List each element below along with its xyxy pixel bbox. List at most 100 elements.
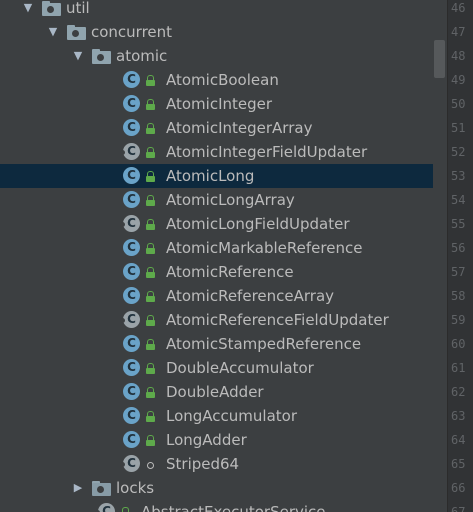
class-label: AtomicLongArray <box>166 191 295 209</box>
tree-item-class[interactable]: C DoubleAccumulator <box>0 356 433 380</box>
class-label: AtomicIntegerFieldUpdater <box>166 143 368 161</box>
class-c-icon: C <box>123 263 140 280</box>
package-label: util <box>66 0 90 17</box>
line-number: 64 <box>451 433 466 447</box>
line-number: 53 <box>451 169 466 183</box>
abstract-class-c-icon: C <box>95 503 115 512</box>
public-lock-icon <box>146 267 155 278</box>
tree-item-class[interactable]: C LongAdder <box>0 428 433 452</box>
public-lock-icon <box>146 339 155 350</box>
tree-item-class[interactable]: C AtomicInteger <box>0 92 433 116</box>
class-label: AtomicInteger <box>166 95 273 113</box>
chevron-right-icon[interactable]: ▶ <box>70 476 86 500</box>
line-number: 56 <box>451 241 466 255</box>
class-c-icon: C <box>123 359 140 376</box>
tree-item-class[interactable]: C DoubleAdder <box>0 380 433 404</box>
class-label: Striped64 <box>166 455 240 473</box>
tree-item-class[interactable]: C AbstractExecutorService <box>0 500 433 512</box>
line-number: 51 <box>451 121 466 135</box>
line-number: 59 <box>451 313 466 327</box>
public-lock-icon <box>146 195 155 206</box>
class-label: AtomicMarkableReference <box>166 239 363 257</box>
package-label: atomic <box>116 47 168 65</box>
abstract-class-c-icon: C <box>120 311 140 328</box>
tree-item-class[interactable]: C Striped64 <box>0 452 433 476</box>
class-c-icon: C <box>123 407 140 424</box>
tree-item-class[interactable]: C AtomicReference <box>0 260 433 284</box>
tree-item-concurrent[interactable]: ▼ concurrent <box>0 20 433 44</box>
class-label: AtomicReferenceFieldUpdater <box>166 311 389 329</box>
tree-item-class[interactable]: C AtomicReferenceArray <box>0 284 433 308</box>
class-c-icon: C <box>123 431 140 448</box>
package-folder-icon <box>92 480 111 496</box>
line-number: 55 <box>451 217 466 231</box>
tree-item-class[interactable]: C LongAccumulator <box>0 404 433 428</box>
tree-item-class[interactable]: C AtomicMarkableReference <box>0 236 433 260</box>
package-label: locks <box>116 479 155 497</box>
class-label: DoubleAccumulator <box>166 359 314 377</box>
class-label: LongAdder <box>166 431 247 449</box>
tree-item-atomic[interactable]: ▼ atomic <box>0 44 433 68</box>
project-tree: ▼ util ▼ concurrent ▼ atomic C AtomicBoolean C At… <box>0 0 433 512</box>
line-number: 66 <box>451 481 466 495</box>
tree-item-class[interactable]: C AtomicStampedReference <box>0 332 433 356</box>
public-lock-icon <box>146 123 155 134</box>
tree-item-selected[interactable]: C AtomicLong <box>0 164 433 188</box>
package-folder-icon <box>92 48 111 64</box>
class-label: LongAccumulator <box>166 407 298 425</box>
tree-item-class[interactable]: C AtomicLongFieldUpdater <box>0 212 433 236</box>
class-c-icon: C <box>123 191 140 208</box>
public-lock-icon <box>121 507 130 512</box>
line-number: 57 <box>451 265 466 279</box>
public-lock-icon <box>146 171 155 182</box>
class-label: AtomicStampedReference <box>166 335 362 353</box>
tree-item-locks[interactable]: ▶ locks <box>0 476 433 500</box>
chevron-down-icon[interactable]: ▼ <box>70 44 86 68</box>
tree-item-class[interactable]: C AtomicReferenceFieldUpdater <box>0 308 433 332</box>
public-lock-icon <box>146 411 155 422</box>
package-label: concurrent <box>91 23 173 41</box>
abstract-class-c-icon: C <box>120 455 140 472</box>
abstract-class-c-icon: C <box>120 215 140 232</box>
public-lock-icon <box>146 219 155 230</box>
chevron-down-icon[interactable]: ▼ <box>45 20 61 44</box>
tree-item-class[interactable]: C AtomicIntegerArray <box>0 116 433 140</box>
package-folder-icon <box>67 24 86 40</box>
public-lock-icon <box>146 99 155 110</box>
class-label: AtomicIntegerArray <box>166 119 313 137</box>
line-number: 63 <box>451 409 466 423</box>
line-number: 62 <box>451 385 466 399</box>
line-number: 49 <box>451 73 466 87</box>
tree-item-class[interactable]: C AtomicBoolean <box>0 68 433 92</box>
class-c-icon: C <box>123 239 140 256</box>
class-c-icon: C <box>123 383 140 400</box>
line-number: 60 <box>451 337 466 351</box>
tree-item-util[interactable]: ▼ util <box>0 0 433 20</box>
tree-scrollbar-thumb[interactable] <box>434 40 445 78</box>
public-lock-icon <box>146 387 155 398</box>
class-c-icon: C <box>123 167 140 184</box>
line-number: 58 <box>451 289 466 303</box>
class-label: AtomicReferenceArray <box>166 287 335 305</box>
line-number: 67 <box>451 505 466 512</box>
public-lock-icon <box>146 363 155 374</box>
class-label: AtomicLong <box>166 167 255 185</box>
line-number: 50 <box>451 97 466 111</box>
tree-item-class[interactable]: C AtomicLongArray <box>0 188 433 212</box>
public-lock-icon <box>146 147 155 158</box>
line-number: 54 <box>451 193 466 207</box>
public-lock-icon <box>146 315 155 326</box>
line-number: 52 <box>451 145 466 159</box>
package-folder-icon <box>42 0 61 16</box>
tree-item-class[interactable]: C AtomicIntegerFieldUpdater <box>0 140 433 164</box>
public-lock-icon <box>146 75 155 86</box>
class-c-icon: C <box>123 287 140 304</box>
public-lock-icon <box>146 291 155 302</box>
class-label: AtomicReference <box>166 263 294 281</box>
line-number: 46 <box>451 1 466 15</box>
package-private-dot-icon <box>147 462 154 469</box>
class-label: AtomicBoolean <box>166 71 279 89</box>
public-lock-icon <box>146 435 155 446</box>
chevron-down-icon[interactable]: ▼ <box>20 0 36 20</box>
line-number: 48 <box>451 49 466 63</box>
